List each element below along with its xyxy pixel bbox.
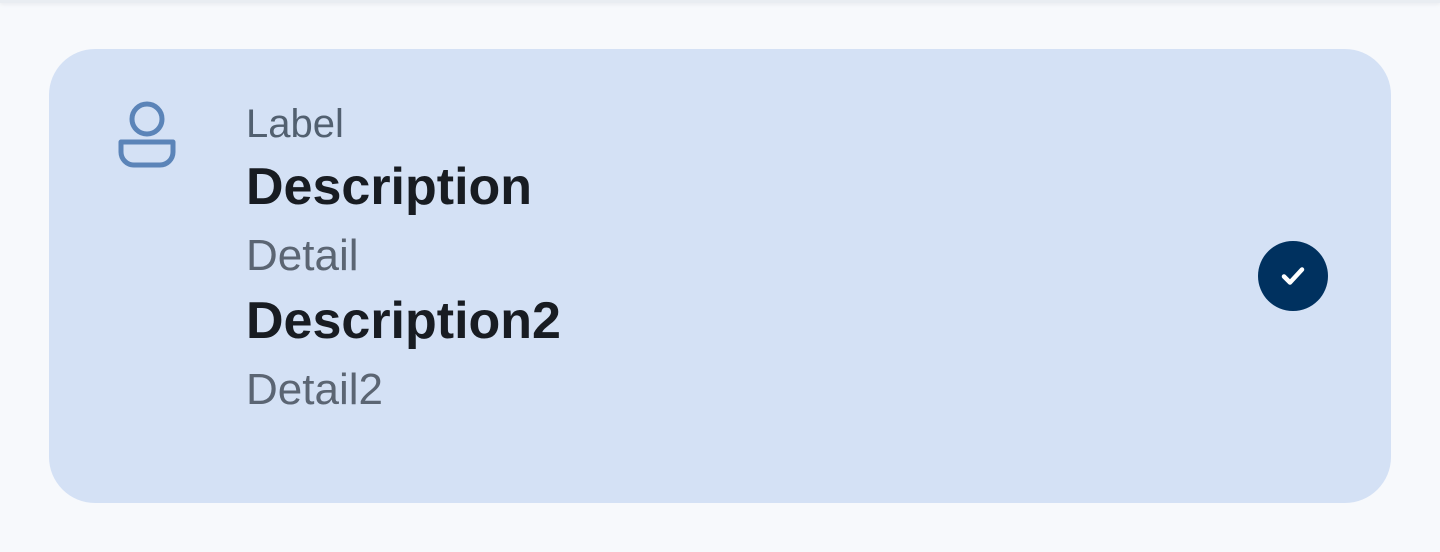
description-1: Description <box>246 158 533 216</box>
person-icon <box>115 97 179 169</box>
top-divider <box>0 0 1440 3</box>
description-2: Description2 <box>246 292 561 350</box>
card-text: Label Description Detail Description2 De… <box>246 100 1146 416</box>
card-label: Label <box>246 102 344 146</box>
detail-2: Detail2 <box>246 365 383 414</box>
selection-card[interactable]: Label Description Detail Description2 De… <box>49 49 1391 503</box>
detail-1: Detail <box>246 231 359 280</box>
check-circle-icon[interactable] <box>1258 241 1328 311</box>
